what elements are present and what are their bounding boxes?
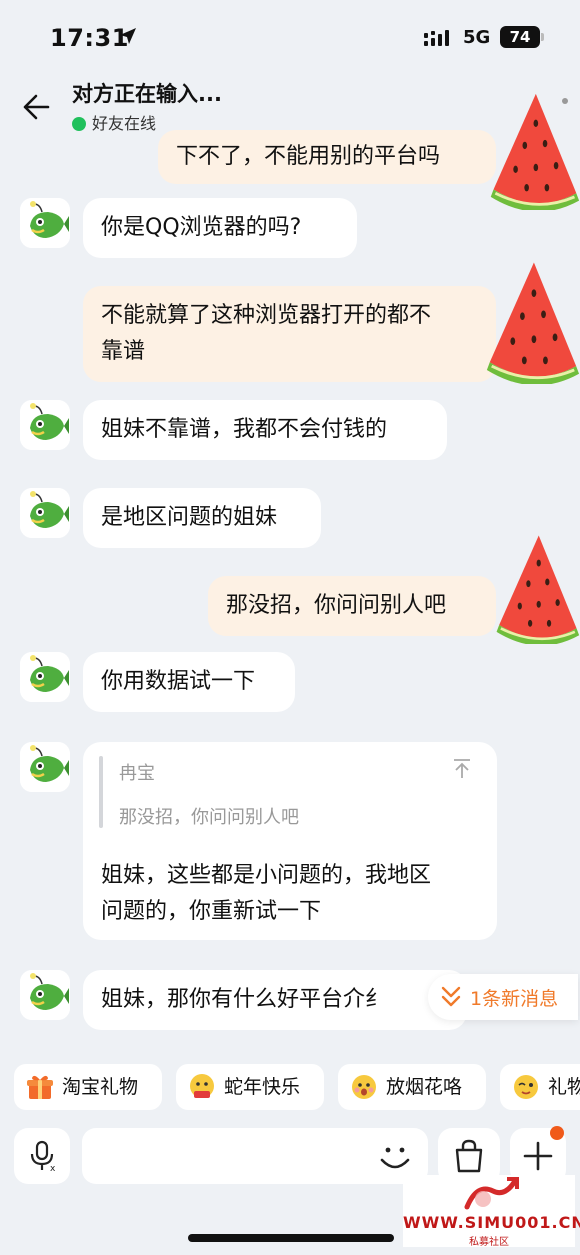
message-text-line: 问题的，你重新试一下 bbox=[101, 899, 322, 924]
emoji-face-icon bbox=[514, 1075, 538, 1099]
message-text: 你用数据试一下 bbox=[101, 669, 256, 694]
message-text: 是地区问题的姐妹 bbox=[101, 505, 278, 530]
message-bubble[interactable]: 你用数据试一下 bbox=[83, 652, 295, 712]
signal-icon bbox=[424, 30, 449, 46]
message-bubble[interactable]: 不能就算了这种浏览器打开的都不 靠谱 bbox=[83, 286, 496, 382]
contact-avatar[interactable] bbox=[20, 970, 70, 1020]
quick-chip-fireworks[interactable]: 放烟花咯 bbox=[338, 1064, 486, 1110]
back-arrow-icon[interactable] bbox=[22, 94, 50, 120]
chip-label: 淘宝礼物 bbox=[62, 1076, 139, 1098]
watermelon-avatar[interactable] bbox=[484, 258, 580, 384]
emoji-face-icon bbox=[352, 1075, 376, 1099]
watermark-logo bbox=[464, 1177, 519, 1210]
status-bar: 17:31 5G 74 bbox=[0, 0, 580, 78]
message-bubble[interactable]: 姐妹不靠谱，我都不会付钱的 bbox=[83, 400, 447, 460]
message-bubble[interactable]: 姐妹，那你有什么好平台介纟 bbox=[83, 970, 467, 1030]
battery-icon: 74 bbox=[500, 26, 544, 48]
home-indicator bbox=[188, 1234, 394, 1242]
message-bubble[interactable]: 是地区问题的姐妹 bbox=[83, 488, 321, 548]
quote-text: 那没招，你问问别人吧 bbox=[119, 807, 299, 828]
new-messages-label: 1条新消息 bbox=[470, 988, 559, 1010]
shopping-bag-icon bbox=[455, 1139, 483, 1173]
message-text: 你是QQ浏览器的吗? bbox=[101, 215, 302, 240]
message-bubble[interactable]: 那没招，你问问别人吧 bbox=[208, 576, 496, 636]
message-bubble[interactable]: 下不了，不能用别的平台吗 bbox=[158, 130, 496, 184]
contact-avatar[interactable] bbox=[20, 742, 70, 792]
message-text: 姐妹不靠谱，我都不会付钱的 bbox=[101, 417, 388, 442]
chip-label: 礼物 bbox=[548, 1076, 580, 1098]
emoji-face-icon bbox=[190, 1074, 214, 1098]
message-text: 下不了，不能用别的平台吗 bbox=[176, 144, 441, 169]
watermark: WWW.SIMU001.CN 私募社区 bbox=[403, 1175, 580, 1248]
watermark-subtext: 私募社区 bbox=[469, 1237, 509, 1248]
chip-label: 放烟花咯 bbox=[386, 1076, 463, 1098]
quote-bar bbox=[99, 756, 103, 828]
gift-icon bbox=[27, 1075, 53, 1099]
message-text-line: 靠谱 bbox=[101, 339, 146, 364]
chat-title: 对方正在输入... bbox=[72, 82, 222, 106]
plus-icon bbox=[523, 1141, 553, 1171]
quick-chip-taobao-gift[interactable]: 淘宝礼物 bbox=[14, 1064, 162, 1110]
watermelon-avatar[interactable] bbox=[494, 532, 580, 644]
contact-avatar[interactable] bbox=[20, 198, 70, 248]
message-text: 那没招，你问问别人吧 bbox=[226, 593, 447, 618]
chip-label: 蛇年快乐 bbox=[224, 1076, 301, 1098]
quick-chip-gift[interactable]: 礼物 bbox=[500, 1064, 580, 1110]
emoji-icon[interactable] bbox=[376, 1138, 414, 1176]
contact-avatar[interactable] bbox=[20, 652, 70, 702]
contact-avatar[interactable] bbox=[20, 400, 70, 450]
voice-input-button[interactable]: x bbox=[14, 1128, 70, 1184]
location-arrow-icon bbox=[120, 28, 136, 44]
double-chevron-down-icon bbox=[441, 986, 461, 1007]
message-text-line: 姐妹，这些都是小问题的，我地区 bbox=[101, 863, 432, 888]
notification-dot bbox=[550, 1126, 564, 1140]
svg-text:x: x bbox=[50, 1164, 56, 1172]
quick-chip-snake-year[interactable]: 蛇年快乐 bbox=[176, 1064, 324, 1110]
new-messages-button[interactable]: 1条新消息 bbox=[428, 974, 578, 1020]
online-status-label: 好友在线 bbox=[92, 114, 157, 133]
quote-sender: 冉宝 bbox=[119, 763, 155, 784]
watermelon-avatar[interactable] bbox=[488, 90, 580, 210]
jump-to-quote-icon[interactable] bbox=[451, 758, 473, 780]
message-text-line: 不能就算了这种浏览器打开的都不 bbox=[101, 303, 432, 328]
online-dot-icon bbox=[72, 117, 86, 131]
microphone-icon: x bbox=[30, 1140, 56, 1172]
watermark-text: WWW.SIMU001.CN bbox=[403, 1213, 580, 1232]
network-type: 5G bbox=[463, 27, 491, 48]
message-text: 姐妹，那你有什么好平台介纟 bbox=[101, 987, 388, 1012]
reply-message-bubble[interactable]: 冉宝 那没招，你问问别人吧 姐妹，这些都是小问题的，我地区 问题的，你重新试一下 bbox=[83, 742, 497, 940]
online-status: 好友在线 bbox=[72, 110, 156, 134]
contact-avatar[interactable] bbox=[20, 488, 70, 538]
message-text: 姐妹，这些都是小问题的，我地区 问题的，你重新试一下 bbox=[101, 858, 431, 930]
message-bubble[interactable]: 你是QQ浏览器的吗? bbox=[83, 198, 357, 258]
